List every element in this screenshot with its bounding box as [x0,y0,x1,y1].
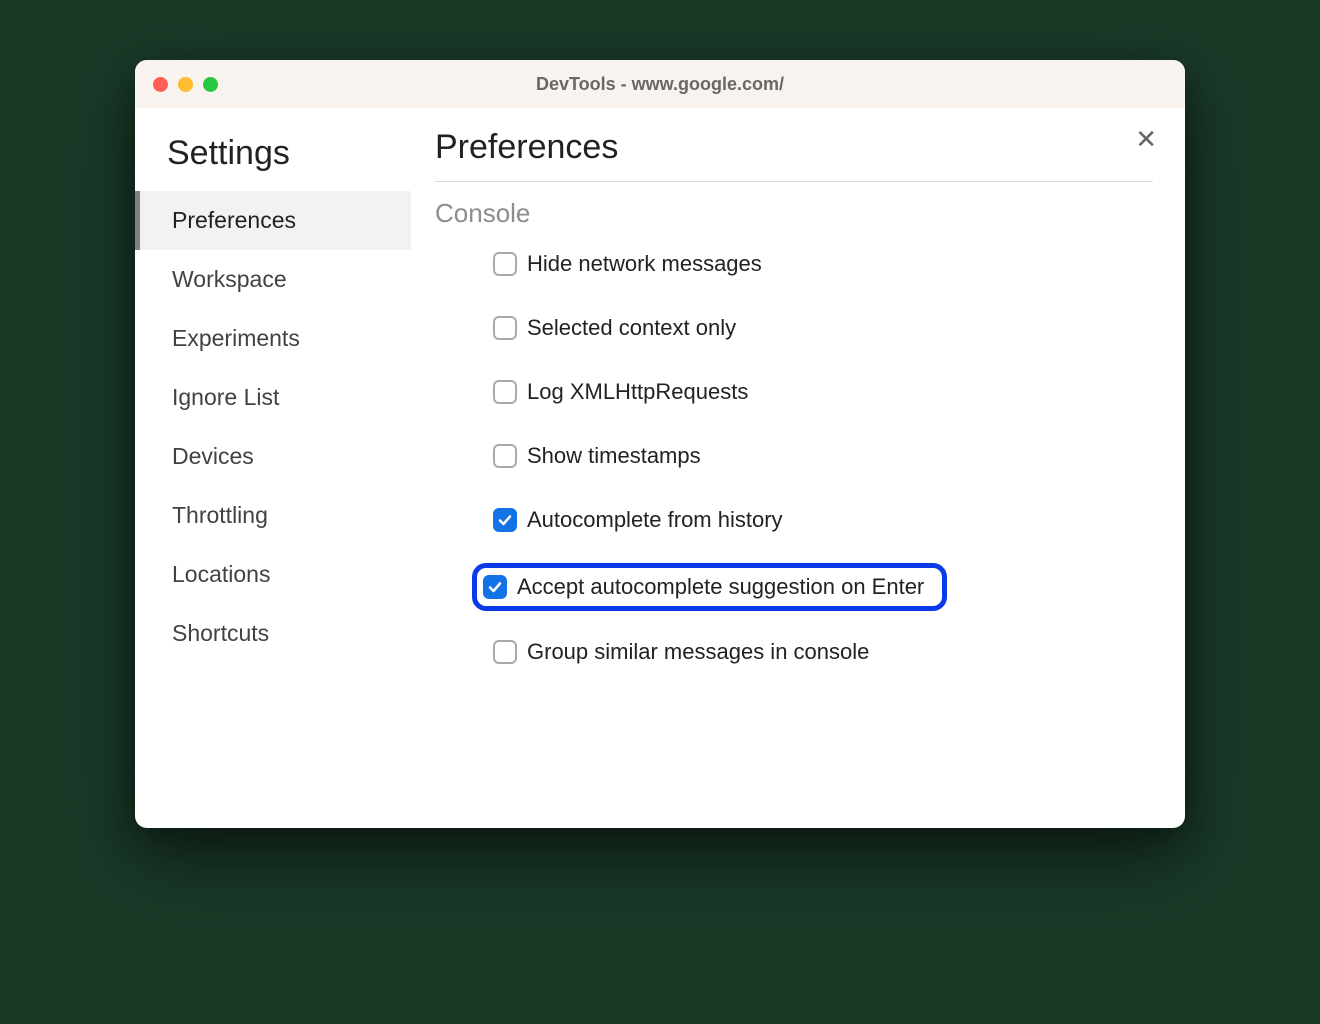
checkbox[interactable] [493,316,517,340]
sidebar-item-label: Throttling [172,502,268,528]
checkbox[interactable] [493,380,517,404]
window-title: DevTools - www.google.com/ [536,74,784,95]
sidebar-item-ignore-list[interactable]: Ignore List [135,368,411,427]
section-title: Console [435,198,1153,229]
sidebar-item-label: Workspace [172,266,287,292]
checkbox[interactable] [493,640,517,664]
checkbox[interactable] [483,575,507,599]
sidebar-item-workspace[interactable]: Workspace [135,250,411,309]
sidebar-item-preferences[interactable]: Preferences [135,191,411,250]
options-list: Hide network messages Selected context on… [435,247,1153,699]
option-row[interactable]: Show timestamps [483,439,711,473]
check-icon [487,579,503,595]
option-row[interactable]: Group similar messages in console [483,635,879,669]
sidebar-item-label: Experiments [172,325,300,351]
sidebar-item-experiments[interactable]: Experiments [135,309,411,368]
sidebar-item-locations[interactable]: Locations [135,545,411,604]
option-row[interactable]: Selected context only [483,311,746,345]
sidebar-item-shortcuts[interactable]: Shortcuts [135,604,411,663]
sidebar-title: Settings [135,126,411,183]
traffic-lights [153,77,218,92]
sidebar-item-label: Shortcuts [172,620,269,646]
close-icon[interactable]: ✕ [1135,126,1157,152]
option-label: Hide network messages [527,251,762,277]
window-titlebar: DevTools - www.google.com/ [135,60,1185,108]
option-label: Log XMLHttpRequests [527,379,748,405]
sidebar-item-throttling[interactable]: Throttling [135,486,411,545]
sidebar-item-devices[interactable]: Devices [135,427,411,486]
option-label: Accept autocomplete suggestion on Enter [517,574,924,600]
checkbox[interactable] [493,252,517,276]
window-minimize-button[interactable] [178,77,193,92]
sidebar-items: Preferences Workspace Experiments Ignore Li… [135,191,411,663]
option-label: Group similar messages in console [527,639,869,665]
sidebar-item-label: Locations [172,561,270,587]
option-row[interactable]: Autocomplete from history [483,503,793,537]
settings-sidebar: Settings Preferences Workspace Experiments… [135,108,411,828]
option-label: Selected context only [527,315,736,341]
checkbox[interactable] [493,444,517,468]
option-label: Show timestamps [527,443,701,469]
option-row[interactable]: Hide network messages [483,247,772,281]
window-maximize-button[interactable] [203,77,218,92]
check-icon [497,512,513,528]
option-row[interactable]: Log XMLHttpRequests [483,375,758,409]
sidebar-item-label: Devices [172,443,254,469]
settings-content: ✕ Settings Preferences Workspace Experimen… [135,108,1185,828]
checkbox[interactable] [493,508,517,532]
option-label: Autocomplete from history [527,507,783,533]
sidebar-item-label: Preferences [172,207,296,233]
sidebar-item-label: Ignore List [172,384,279,410]
settings-main: Preferences Console Hide network message… [411,108,1185,828]
main-title: Preferences [435,128,1153,182]
window-close-button[interactable] [153,77,168,92]
devtools-window: DevTools - www.google.com/ ✕ Settings Pr… [135,60,1185,828]
option-row[interactable]: Accept autocomplete suggestion on Enter [472,563,947,611]
